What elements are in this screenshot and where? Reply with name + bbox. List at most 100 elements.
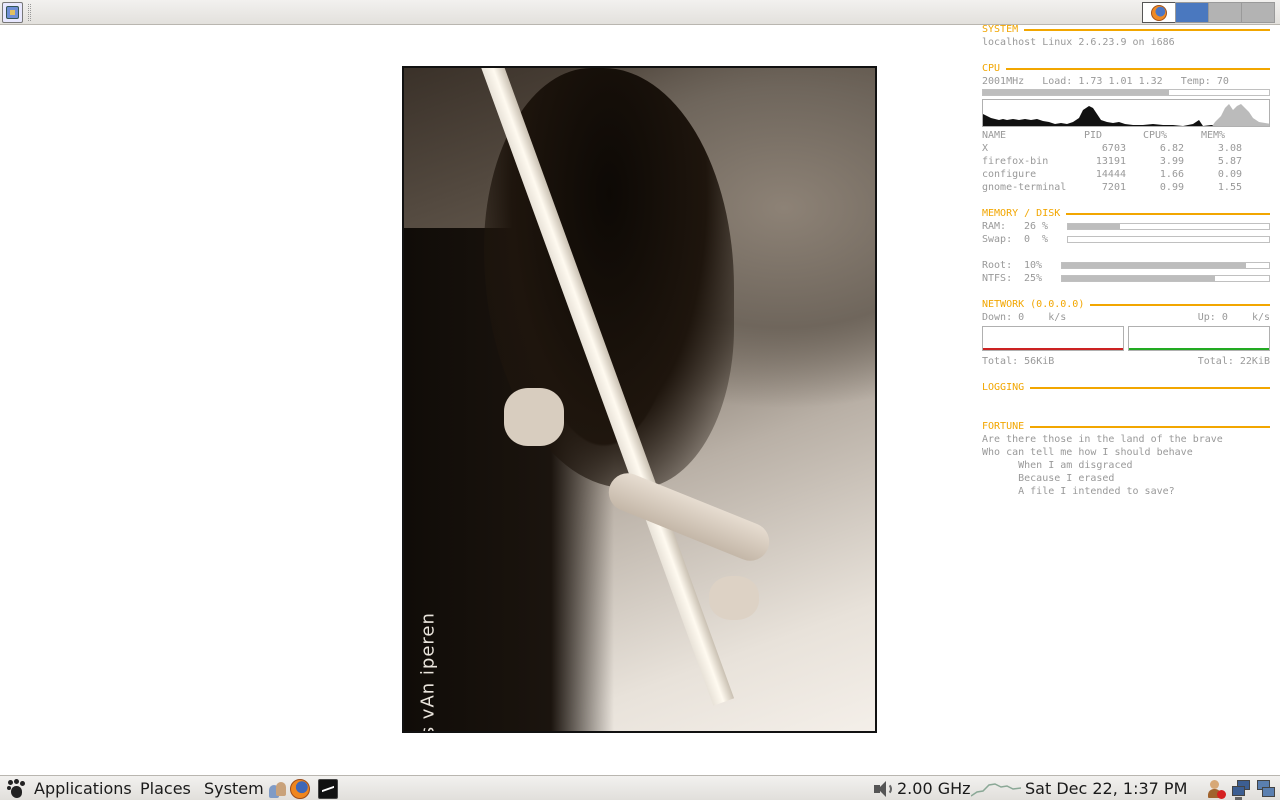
section-rule: [1066, 212, 1270, 215]
people-icon[interactable]: [268, 779, 288, 799]
logging-section-header: LOGGING: [982, 381, 1270, 394]
proc-pid: 7201: [1101, 182, 1126, 193]
ntfs-row: NTFS: 25%: [982, 272, 1270, 285]
monitor-shape: [1262, 787, 1275, 797]
down-label: Down:: [982, 312, 1013, 323]
load-value: 1.73 1.01 1.32: [1078, 76, 1163, 87]
net-graphs: [982, 326, 1270, 351]
process-row: gnome-terminal 7201 0.99 1.55: [982, 181, 1270, 194]
speaker-wave: [885, 783, 892, 795]
temp-value: 70: [1216, 76, 1229, 87]
workspace-3[interactable]: [1208, 2, 1242, 23]
proc-pid: 14444: [1095, 169, 1126, 180]
down-value: 0: [1018, 312, 1025, 323]
root-row: Root: 10%: [982, 259, 1270, 272]
process-row: X 6703 6.82 3.08: [982, 142, 1270, 155]
host-line: localhost Linux 2.6.23.9 on i686: [982, 37, 1175, 48]
fortune-section-header: FORTUNE: [982, 420, 1270, 433]
volume-icon[interactable]: [872, 779, 892, 799]
panel-drag-handle[interactable]: [28, 4, 31, 21]
section-rule: [1090, 303, 1270, 306]
download-graph-baseline: [983, 348, 1123, 350]
network-monitor-graph[interactable]: [971, 779, 1021, 799]
cpu-graph-svg: [983, 104, 1269, 126]
system-section-header: SYSTEM: [982, 23, 1270, 36]
foot-toe: [20, 781, 25, 786]
terminal-launcher-icon[interactable]: [318, 779, 338, 799]
ntfs-fill: [1062, 276, 1216, 281]
fortune-line: When I am disgraced: [982, 460, 1133, 471]
photo-credit: © niels vAn iperen: [417, 612, 439, 733]
section-title: LOGGING: [982, 382, 1025, 393]
load-label: Load:: [1042, 76, 1073, 87]
system-menu[interactable]: System: [204, 778, 264, 799]
fortune-line: Who can tell me how I should behave: [982, 447, 1193, 458]
applications-menu[interactable]: Applications: [34, 778, 132, 799]
fortune-line: A file I intended to save?: [982, 486, 1175, 497]
down-unit: k/s: [1048, 312, 1067, 323]
proc-pid: 13191: [1095, 156, 1126, 167]
root-bar: [1061, 262, 1270, 269]
network-section-header: NETWORK (0.0.0.0): [982, 298, 1270, 311]
person-shape: [276, 782, 286, 796]
swap-label: Swap:: [982, 234, 1013, 245]
workspace-2[interactable]: [1175, 2, 1209, 23]
fortune-line: Because I erased: [982, 473, 1115, 484]
foot-sole: [11, 786, 22, 798]
workspace-1[interactable]: [1142, 2, 1176, 23]
up-value: 0: [1221, 312, 1228, 323]
network-monitor-line: [971, 783, 1021, 797]
bottom-panel: Applications Places System 2.00 GHz Sat …: [0, 775, 1280, 800]
ntfs-label: NTFS:: [982, 273, 1013, 284]
ntfs-value: 25%: [1024, 273, 1043, 284]
proc-name: X: [982, 143, 989, 154]
gnome-foot-icon[interactable]: [6, 779, 26, 799]
places-menu[interactable]: Places: [140, 778, 191, 799]
section-rule: [1006, 67, 1270, 70]
cpu-graph-area-faint: [1212, 104, 1269, 126]
section-title: MEMORY / DISK: [982, 208, 1061, 219]
section-rule: [1024, 28, 1270, 31]
section-title: FORTUNE: [982, 421, 1025, 432]
process-row: configure 14444 1.66 0.09: [982, 168, 1270, 181]
section-title: SYSTEM: [982, 24, 1019, 35]
proc-cpu: 1.66: [1159, 169, 1184, 180]
fortune-line: Are there those in the land of the brave: [982, 434, 1223, 445]
network-connection-icon[interactable]: [1256, 779, 1276, 799]
proc-mem: 0.09: [1217, 169, 1242, 180]
user-status-icon[interactable]: [1206, 779, 1226, 799]
up-speed: Up: 0 k/s: [1198, 311, 1270, 324]
ram-row: RAM: 26 %: [982, 220, 1270, 233]
col-cpu: CPU%: [1142, 130, 1168, 141]
photo-arm: [603, 467, 775, 567]
monitor-shape: [1232, 786, 1245, 796]
firefox-window-icon: [1151, 5, 1167, 21]
upload-graph: [1128, 326, 1270, 351]
desktop-icon: [6, 6, 19, 19]
show-desktop-button[interactable]: [2, 2, 23, 23]
upload-graph-baseline: [1129, 348, 1269, 350]
proc-mem: 5.87: [1217, 156, 1242, 167]
cpu-section-header: CPU: [982, 62, 1270, 75]
firefox-launcher-icon[interactable]: [290, 779, 310, 799]
ram-value: 26 %: [1024, 221, 1049, 232]
up-unit: k/s: [1251, 312, 1270, 323]
cpu-info-line: 2001MHz Load: 1.73 1.01 1.32 Temp: 70: [982, 75, 1270, 88]
workspace-4[interactable]: [1241, 2, 1275, 23]
process-header: NAME PID CPU% MEM%: [982, 129, 1270, 142]
cpu-frequency[interactable]: 2.00 GHz: [897, 778, 971, 799]
proc-cpu: 3.99: [1159, 156, 1184, 167]
proc-name: configure: [982, 169, 1037, 180]
swap-bar: [1067, 236, 1270, 243]
total-down-value: 56KiB: [1024, 356, 1055, 367]
foot-toe: [14, 779, 19, 784]
clock[interactable]: Sat Dec 22, 1:37 PM: [1025, 778, 1187, 799]
memory-section-header: MEMORY / DISK: [982, 207, 1270, 220]
col-pid: PID: [1084, 130, 1103, 141]
user-head: [1210, 780, 1219, 789]
up-label: Up:: [1197, 312, 1216, 323]
network-status-icon[interactable]: [1232, 779, 1252, 800]
section-rule: [1030, 425, 1270, 428]
down-speed: Down: 0 k/s: [982, 311, 1066, 324]
swap-value: 0 %: [1024, 234, 1049, 245]
